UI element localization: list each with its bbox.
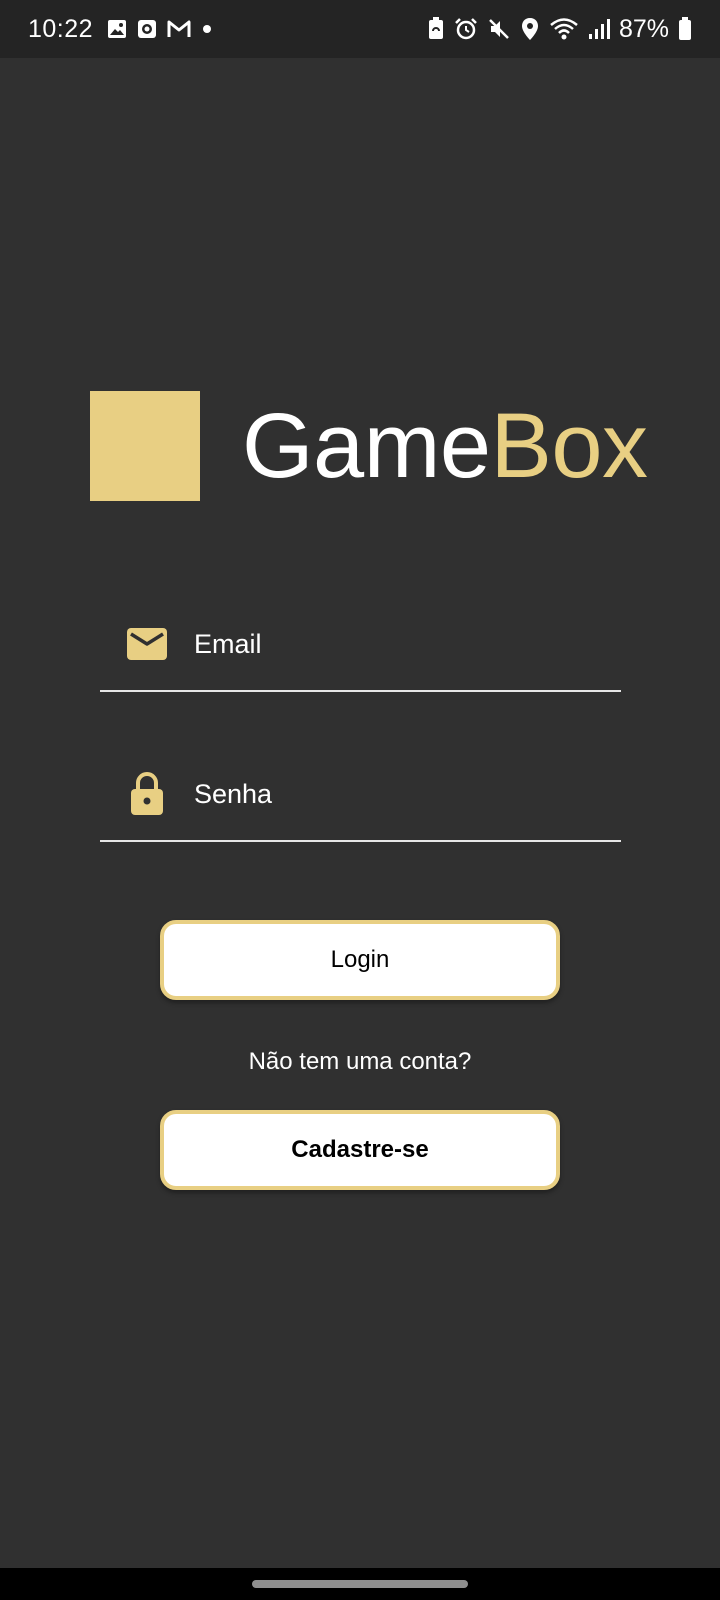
status-time: 10:22 <box>28 14 94 43</box>
navigation-bar <box>0 1568 720 1600</box>
logo-word-game: Game <box>242 395 491 497</box>
battery-percent: 87% <box>618 14 669 43</box>
system-status-icons: 87% <box>427 15 692 44</box>
app-logo: GameBox <box>90 391 648 501</box>
alarm-icon <box>454 17 478 41</box>
home-indicator[interactable] <box>252 1580 468 1588</box>
mail-icon <box>126 627 168 661</box>
no-account-text: Não tem uma conta? <box>248 1048 472 1075</box>
gmail-icon <box>167 19 191 39</box>
logo-word-box: Box <box>490 395 649 497</box>
notification-icons <box>107 19 213 39</box>
screen-recorder-icon <box>137 19 157 39</box>
logo-square <box>90 391 200 501</box>
mute-icon <box>487 17 511 41</box>
signal-icon <box>588 17 610 41</box>
location-icon <box>520 17 540 41</box>
email-field[interactable] <box>100 598 621 692</box>
battery-icon <box>678 17 692 41</box>
login-button[interactable]: Login <box>160 920 560 1000</box>
email-input[interactable] <box>194 614 621 674</box>
lock-icon <box>126 772 168 816</box>
logo-wordmark: GameBox <box>242 393 648 499</box>
password-input[interactable] <box>194 764 621 824</box>
battery-saver-icon <box>427 17 445 41</box>
gallery-icon <box>107 19 127 39</box>
login-screen: 10:22 87% GameBox Email Login Não tem um… <box>0 0 720 1600</box>
more-dot-icon <box>201 19 213 39</box>
signup-button[interactable]: Cadastre-se <box>160 1110 560 1190</box>
password-field[interactable] <box>100 748 621 842</box>
wifi-icon <box>549 17 579 41</box>
status-bar: 10:22 87% <box>0 0 720 58</box>
